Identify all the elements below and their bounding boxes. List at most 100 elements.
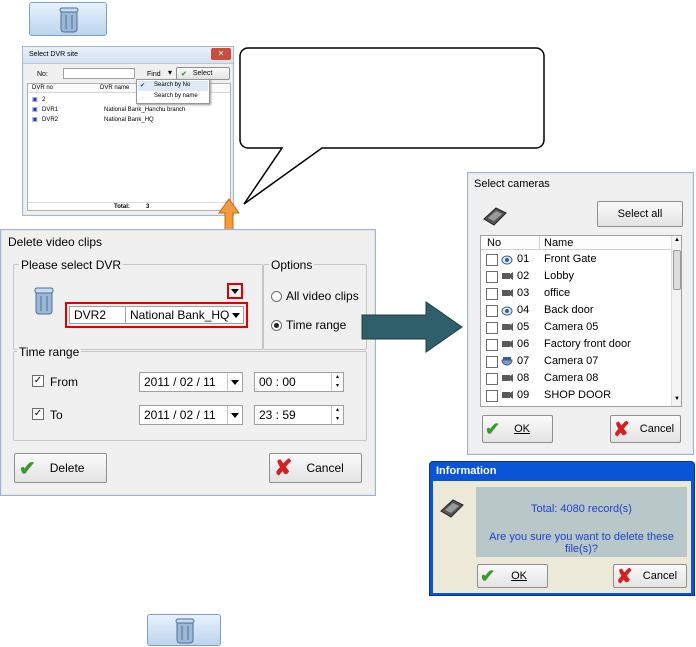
check-icon: ✔ <box>485 418 501 439</box>
dvr-expand-button[interactable] <box>230 286 240 296</box>
list-item[interactable]: ▣ DVR2 National Bank_HQ <box>28 116 230 125</box>
dvr-name: National Bank_Hanchu branch <box>104 107 186 113</box>
from-date-value: 2011 / 02 / 11 <box>144 375 216 389</box>
dvr-icon: ▣ <box>32 117 38 123</box>
cancel-x-icon: ✘ <box>613 418 630 441</box>
select-label: Select <box>192 70 213 77</box>
delete-toolbar-button-bottom[interactable] <box>147 614 221 646</box>
camera-no: 07 <box>517 355 530 367</box>
ok-button[interactable]: ✔ OK <box>477 564 548 588</box>
delete-button[interactable]: ✔ Delete <box>14 453 107 483</box>
chevron-down-icon <box>231 379 239 385</box>
to-time-spinner[interactable]: 23 : 59 ▴ ▾ <box>254 405 344 425</box>
table-row[interactable]: 03 office <box>481 285 671 302</box>
ok-label: OK <box>511 570 527 582</box>
menu-item-search-by-name[interactable]: Search by name <box>138 92 208 102</box>
search-menu: ✔ Search by No Search by name <box>136 79 210 104</box>
camera-checkbox[interactable] <box>486 322 498 334</box>
list-item[interactable]: ▣ DVR1 National Bank_Hanchu branch <box>28 106 230 115</box>
camera-checkbox[interactable] <box>486 373 498 385</box>
table-row[interactable]: 02 Lobby <box>481 268 671 285</box>
select-dvr-site-dialog: Select DVR site ✕ No: Find ▾ ✔ Select DV… <box>22 46 234 216</box>
dome-camera-icon <box>501 254 513 265</box>
table-row[interactable]: 09 SHOP DOOR <box>481 387 671 404</box>
cancel-button[interactable]: ✘ Cancel <box>613 564 687 588</box>
table-row[interactable]: 05 Camera 05 <box>481 319 671 336</box>
dvr-select[interactable]: DVR2 National Bank_HQ <box>69 306 244 324</box>
from-time-spinner[interactable]: 00 : 00 ▴ ▾ <box>254 372 344 392</box>
to-checkbox[interactable]: ✓ <box>32 408 44 420</box>
to-label: To <box>50 408 63 422</box>
dvr-select-arrow[interactable] <box>229 307 243 323</box>
camera-checkbox[interactable] <box>486 288 498 300</box>
camera-checkbox[interactable] <box>486 390 498 402</box>
col-divider <box>539 236 540 250</box>
chevron-down-icon <box>231 412 239 418</box>
dialog-title: Information <box>436 465 497 477</box>
from-date-arrow[interactable] <box>227 373 242 391</box>
col-dvr-name[interactable]: DVR name <box>100 85 129 91</box>
camera-checkbox[interactable] <box>486 339 498 351</box>
camera-rows: 01 Front Gate 02 Lobby 03 office 04 Back doo… <box>481 251 671 406</box>
cancel-button[interactable]: ✘ Cancel <box>269 453 362 483</box>
select-all-label: Select all <box>617 208 663 220</box>
cancel-button[interactable]: ✘ Cancel <box>610 415 681 443</box>
scroll-down-arrow[interactable]: ▼ <box>674 396 680 402</box>
scroll-up-arrow[interactable]: ▲ <box>674 237 680 243</box>
ok-button[interactable]: ✔ OK <box>482 415 553 443</box>
col-dvr-no[interactable]: DVR no <box>32 85 53 91</box>
time-range-label[interactable]: Time range <box>286 318 346 332</box>
col-name[interactable]: Name <box>544 237 573 249</box>
camera-checkbox[interactable] <box>486 271 498 283</box>
camera-name: Factory front door <box>544 338 631 350</box>
menu-label: Search by name <box>154 93 198 99</box>
list-header: No Name <box>481 236 671 250</box>
to-date-arrow[interactable] <box>227 406 242 424</box>
time-range-radio[interactable] <box>271 320 282 331</box>
camera-no: 05 <box>517 321 530 333</box>
table-row[interactable]: 06 Factory front door <box>481 336 671 353</box>
vertical-scrollbar[interactable]: ▲ ▼ <box>671 236 681 406</box>
no-label: No: <box>37 71 48 78</box>
scrollbar-thumb[interactable] <box>673 250 681 290</box>
from-date-picker[interactable]: 2011 / 02 / 11 <box>139 372 243 392</box>
camera-no: 02 <box>517 270 530 282</box>
box-camera-icon <box>501 339 513 350</box>
camera-name: Back door <box>544 304 594 316</box>
ok-label: OK <box>514 423 530 435</box>
box-camera-icon <box>501 373 513 384</box>
menu-item-search-by-no[interactable]: ✔ Search by No <box>138 81 208 91</box>
camera-checkbox[interactable] <box>486 305 498 317</box>
col-no[interactable]: No <box>487 237 501 249</box>
trash-icon <box>34 287 54 315</box>
to-date-picker[interactable]: 2011 / 02 / 11 <box>139 405 243 425</box>
select-dvr-group-label: Please select DVR <box>19 258 124 272</box>
spin-buttons[interactable]: ▴ ▾ <box>331 406 343 424</box>
trash-icon <box>59 7 79 33</box>
table-row[interactable]: 04 Back door <box>481 302 671 319</box>
dvr-no: 2 <box>42 97 46 103</box>
delete-toolbar-button-top[interactable] <box>29 2 107 36</box>
select-all-button[interactable]: Select all <box>597 201 683 227</box>
camera-checkbox[interactable] <box>486 356 498 368</box>
table-row[interactable]: 08 Camera 08 <box>481 370 671 387</box>
spin-buttons[interactable]: ▴ ▾ <box>331 373 343 391</box>
cancel-x-icon: ✘ <box>274 455 293 480</box>
information-dialog: Information Total: 4080 record(s) Are yo… <box>429 461 695 596</box>
box-camera-icon <box>501 288 513 299</box>
dvr-device-icon <box>483 207 507 226</box>
close-button[interactable]: ✕ <box>211 48 231 60</box>
all-video-clips-radio[interactable] <box>271 291 282 302</box>
table-row[interactable]: 01 Front Gate <box>481 251 671 268</box>
chevron-down-icon <box>231 288 239 294</box>
trash-icon <box>175 618 195 644</box>
chevron-down-icon[interactable]: ▾ <box>168 68 172 77</box>
find-button[interactable]: Find <box>147 71 161 78</box>
dvr-no-input[interactable] <box>63 68 135 79</box>
chevron-down-icon <box>232 312 240 318</box>
camera-checkbox[interactable] <box>486 254 498 266</box>
from-checkbox[interactable]: ✓ <box>32 375 44 387</box>
all-video-clips-label[interactable]: All video clips <box>286 289 359 303</box>
camera-list[interactable]: No Name 01 Front Gate 02 Lobby 03 office 04… <box>480 235 682 407</box>
table-row[interactable]: 07 Camera 07 <box>481 353 671 370</box>
